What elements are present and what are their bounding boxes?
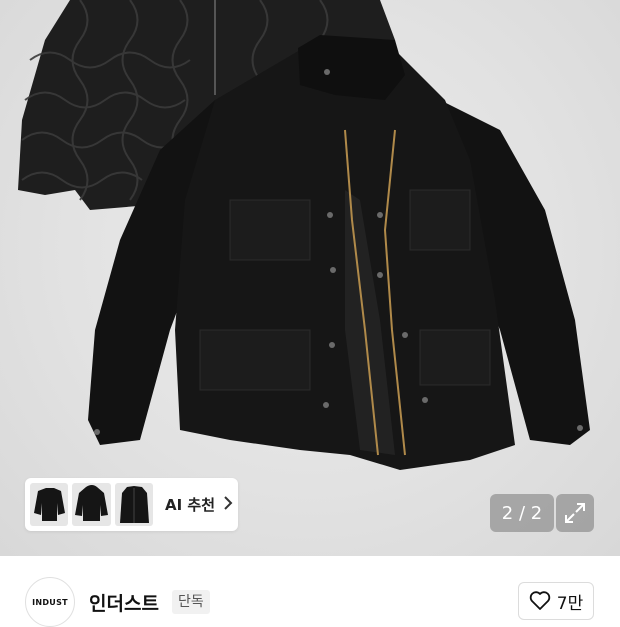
recommend-thumbnail-3[interactable] (114, 483, 153, 526)
ai-recommend-label[interactable]: AI 추천 (165, 494, 215, 515)
recommend-thumbnail-1[interactable] (30, 483, 69, 526)
hoodie-thumbnail-image (75, 485, 109, 521)
shop-name[interactable]: 인더스트 (89, 589, 159, 616)
expand-icon (565, 503, 585, 523)
chevron-right-icon[interactable] (223, 495, 233, 514)
image-pager: 2 / 2 (490, 494, 554, 532)
exclusive-badge: 단독 (172, 590, 210, 614)
heart-icon (529, 591, 550, 610)
shop-logo-text: INDUST (32, 597, 68, 607)
jacket-thumbnail-image (34, 488, 65, 521)
recommend-thumbnail-2[interactable] (72, 483, 111, 526)
like-count: 7만 (556, 593, 584, 614)
like-button[interactable]: 7만 (518, 582, 594, 620)
ai-recommend-strip[interactable]: AI 추천 (25, 478, 238, 531)
product-image[interactable] (0, 0, 620, 556)
coat-thumbnail-image (119, 486, 149, 523)
expand-button[interactable] (556, 494, 594, 532)
jacket-photo (18, 0, 590, 470)
